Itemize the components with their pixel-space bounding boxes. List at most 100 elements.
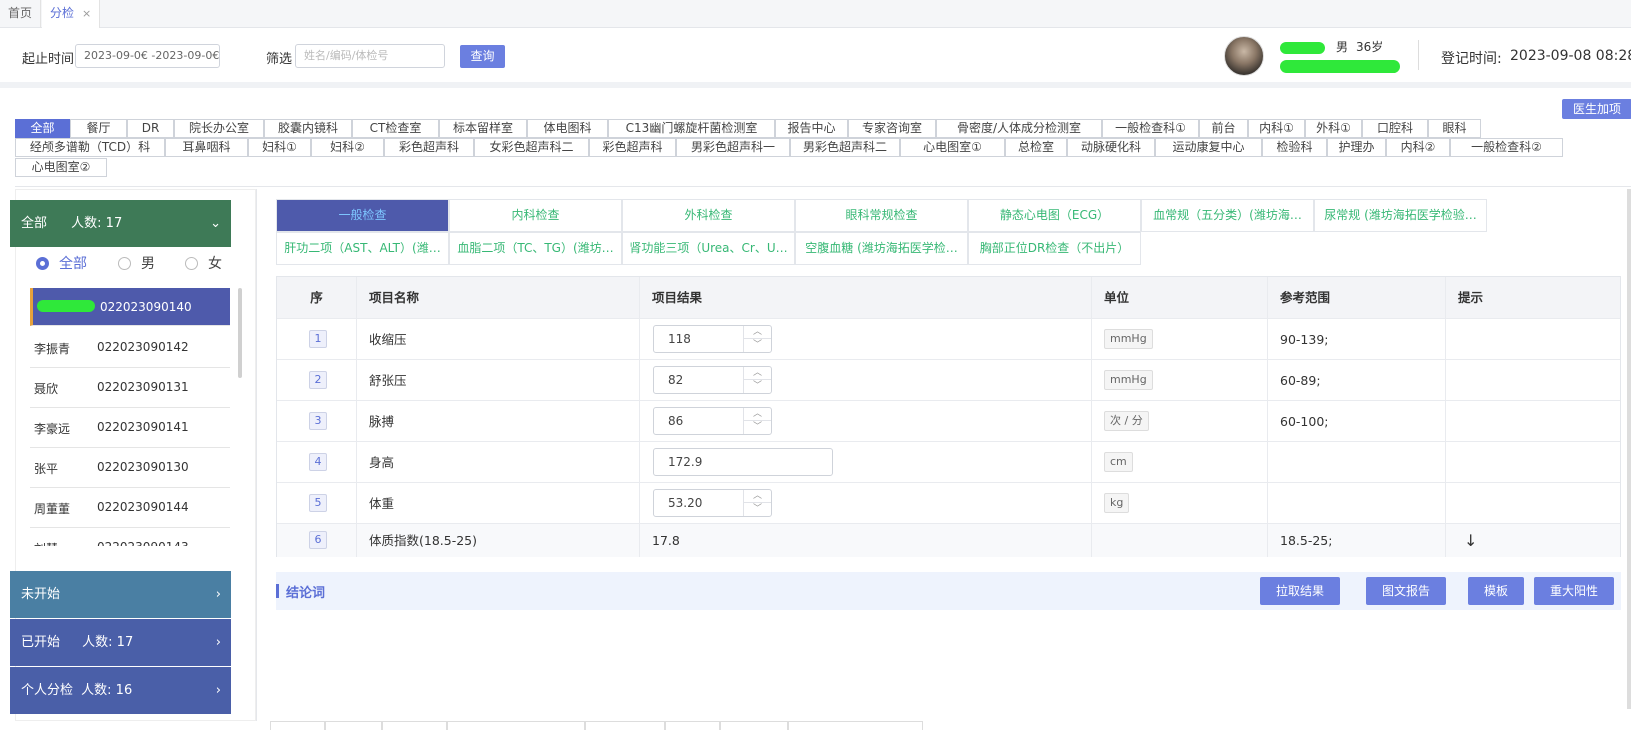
content-scrollbar[interactable] — [1627, 189, 1631, 709]
tab-home[interactable]: 首页 — [0, 0, 42, 28]
query-button[interactable]: 查询 — [460, 45, 505, 68]
radio-male[interactable]: 男 — [118, 256, 155, 272]
section-not-started[interactable]: 未开始 › — [10, 571, 231, 618]
check-tab[interactable]: 静态心电图（ECG） — [968, 199, 1141, 232]
dept-tab[interactable]: 男彩色超声科二 — [790, 138, 900, 157]
section-all[interactable]: 全部 人数: 17 ⌄ — [10, 200, 231, 247]
dept-tab[interactable]: 耳鼻咽科 — [165, 138, 248, 157]
date-range-input[interactable]: 2023-09-0€ -2023-09-0€ — [75, 44, 220, 68]
tab-sorting[interactable]: 分检 × — [42, 0, 101, 28]
dept-tab[interactable]: 总检室 — [1005, 138, 1067, 157]
dept-tab[interactable]: 男彩色超声科一 — [676, 138, 790, 157]
dept-tab[interactable]: 女彩色超声科二 — [474, 138, 589, 157]
major-positive-button[interactable]: 重大阳性 — [1534, 577, 1614, 605]
date-range-label: 起止时间 — [22, 52, 75, 67]
radio-all[interactable]: 全部 — [36, 256, 87, 272]
dept-tab[interactable]: 心电图室① — [900, 138, 1005, 157]
chevron-down-icon[interactable]: ﹀ — [744, 421, 771, 434]
chevron-down-icon[interactable]: ﹀ — [744, 503, 771, 516]
dept-tab[interactable]: DR — [127, 119, 174, 138]
dept-tab[interactable]: 一般检查科② — [1450, 138, 1563, 157]
dept-tab[interactable]: 标本留样室 — [439, 119, 527, 138]
doctor-add-item-button[interactable]: 医生加项 — [1562, 99, 1631, 119]
bottom-tab[interactable] — [665, 721, 720, 730]
dept-tab[interactable]: 口腔科 — [1362, 119, 1428, 138]
check-tab[interactable]: 内科检查 — [449, 199, 622, 232]
dept-tab[interactable]: 妇科① — [248, 138, 311, 157]
dept-tab[interactable]: CT检查室 — [352, 119, 439, 138]
section-personal[interactable]: 个人分检 人数: 16 › — [10, 667, 231, 714]
bottom-tab[interactable] — [585, 721, 665, 730]
dept-tab[interactable]: 体电图科 — [527, 119, 608, 138]
result-stepper[interactable]: 118 ︿ ﹀ — [653, 325, 772, 353]
check-tab[interactable]: 一般检查 — [276, 199, 449, 232]
bottom-tab[interactable] — [720, 721, 788, 730]
dept-tab[interactable]: 动脉硬化科 — [1067, 138, 1155, 157]
chevron-up-icon[interactable]: ︿ — [744, 490, 771, 503]
dept-tab[interactable]: 一般检查科① — [1102, 119, 1199, 138]
dept-tab[interactable]: 全部 — [15, 119, 70, 138]
result-stepper[interactable]: 86 ︿ ﹀ — [653, 407, 772, 435]
template-button[interactable]: 模板 — [1468, 577, 1524, 605]
dept-tab[interactable]: 院长办公室 — [174, 119, 264, 138]
dept-tab[interactable]: 专家咨询室 — [848, 119, 936, 138]
result-stepper[interactable]: 82 ︿ ﹀ — [653, 366, 772, 394]
bottom-tab[interactable] — [382, 721, 447, 730]
chevron-up-icon[interactable]: ︿ — [744, 408, 771, 421]
list-item[interactable]: 022023090140 — [30, 288, 230, 326]
chevron-down-icon[interactable]: ﹀ — [744, 380, 771, 393]
dept-tab[interactable]: 骨密度/人体成分检测室 — [936, 119, 1102, 138]
dept-tab[interactable]: 内科② — [1386, 138, 1450, 157]
dept-tab[interactable]: 心电图室② — [15, 158, 107, 177]
check-tab[interactable]: 尿常规 (潍坊海拓医学检验… — [1314, 199, 1487, 232]
check-tab[interactable]: 肾功能三项（Urea、Cr、U… — [622, 232, 795, 265]
check-tab[interactable]: 外科检查 — [622, 199, 795, 232]
chevron-down-icon[interactable]: ﹀ — [744, 339, 771, 352]
section-started[interactable]: 已开始 人数: 17 › — [10, 619, 231, 666]
check-tab[interactable]: 肝功二项（AST、ALT）(潍… — [276, 232, 449, 265]
chevron-up-icon[interactable]: ︿ — [744, 326, 771, 339]
list-item[interactable]: 周董董 022023090144 — [30, 488, 230, 528]
radio-female[interactable]: 女 — [185, 256, 222, 272]
col-header: 项目名称 — [357, 277, 640, 318]
close-icon[interactable]: × — [82, 7, 91, 20]
section-count: 人数: 16 — [81, 683, 133, 698]
check-tab[interactable]: 眼科常规检查 — [795, 199, 968, 232]
bottom-tab[interactable] — [788, 721, 923, 730]
list-item[interactable]: 李振青 022023090142 — [30, 328, 230, 368]
dept-tab[interactable]: 报告中心 — [775, 119, 848, 138]
result-input[interactable]: 172.9 — [653, 448, 833, 476]
dept-tab[interactable]: 护理办 — [1327, 138, 1386, 157]
dept-tab[interactable]: 彩色超声科 — [384, 138, 474, 157]
patient-list-scrollbar[interactable] — [238, 288, 242, 378]
dept-tab[interactable]: 妇科② — [311, 138, 384, 157]
check-tab[interactable]: 空腹血糖 (潍坊海拓医学检… — [795, 232, 968, 265]
illustrated-report-button[interactable]: 图文报告 — [1366, 577, 1446, 605]
dept-tab[interactable]: C13幽门螺旋杆菌检测室 — [608, 119, 775, 138]
bottom-tab[interactable] — [270, 721, 325, 730]
dept-tab[interactable]: 餐厅 — [70, 119, 127, 138]
list-item[interactable]: 刘慧 022023090143 — [30, 528, 230, 546]
conclusion-bar: 结论词 拉取结果 图文报告 模板 重大阳性 — [276, 572, 1621, 610]
bottom-tab[interactable] — [325, 721, 382, 730]
fetch-results-button[interactable]: 拉取结果 — [1260, 577, 1340, 605]
dept-tab[interactable]: 前台 — [1199, 119, 1248, 138]
dept-tab[interactable]: 内科① — [1248, 119, 1305, 138]
dept-tab[interactable]: 眼科 — [1428, 119, 1481, 138]
dept-tab[interactable]: 检验科 — [1262, 138, 1327, 157]
list-item[interactable]: 聂欣 022023090131 — [30, 368, 230, 408]
list-item[interactable]: 李豪远 022023090141 — [30, 408, 230, 448]
dept-tab[interactable]: 胶囊内镜科 — [264, 119, 352, 138]
filter-input[interactable]: 姓名/编码/体检号 — [295, 44, 445, 68]
check-tab[interactable]: 胸部正位DR检查（不出片） — [968, 232, 1141, 265]
dept-tab[interactable]: 外科① — [1305, 119, 1362, 138]
bottom-tab[interactable] — [447, 721, 585, 730]
dept-tab[interactable]: 运动康复中心 — [1155, 138, 1262, 157]
chevron-up-icon[interactable]: ︿ — [744, 367, 771, 380]
check-tab[interactable]: 血脂二项（TC、TG）(潍坊… — [449, 232, 622, 265]
result-stepper[interactable]: 53.20 ︿ ﹀ — [653, 489, 772, 517]
dept-tab[interactable]: 彩色超声科 — [589, 138, 676, 157]
check-tab[interactable]: 血常规（五分类）(潍坊海… — [1141, 199, 1314, 232]
dept-tab[interactable]: 经颅多谱勒（TCD）科 — [15, 138, 165, 157]
list-item[interactable]: 张平 022023090130 — [30, 448, 230, 488]
